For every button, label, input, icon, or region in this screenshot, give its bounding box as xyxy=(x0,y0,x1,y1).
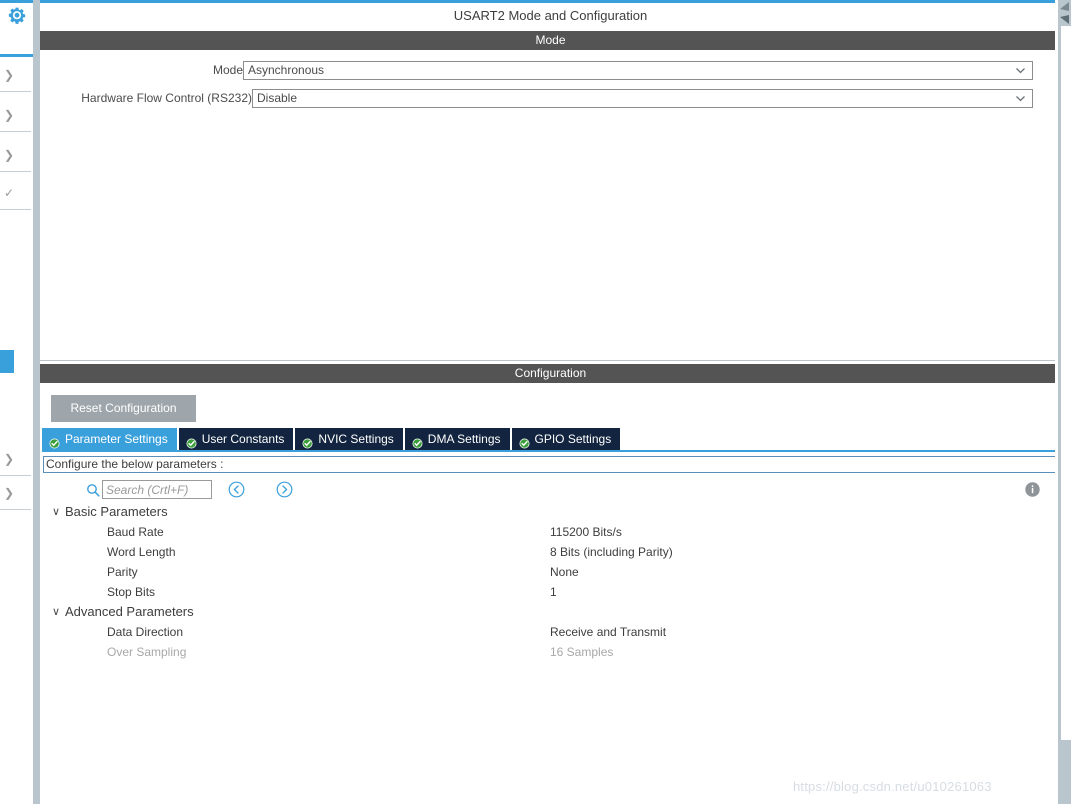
rail-divider xyxy=(0,209,31,210)
watermark: https://blog.csdn.net/u010261063 xyxy=(793,779,992,794)
mode-combobox-value: Asynchronous xyxy=(248,63,325,77)
tab-user-constants[interactable]: User Constants xyxy=(178,428,294,450)
check-circle-icon xyxy=(186,434,197,448)
check-icon[interactable]: ✓ xyxy=(2,186,16,200)
parameter-name: Word Length xyxy=(107,545,176,559)
scroll-up-arrow-icon[interactable] xyxy=(1058,0,1071,13)
rail-top-accent xyxy=(0,0,33,3)
tab-label: User Constants xyxy=(201,432,285,446)
rail-divider xyxy=(0,171,31,172)
tab-gpio-settings[interactable]: GPIO Settings xyxy=(511,428,621,450)
mode-combobox[interactable]: Asynchronous xyxy=(243,61,1033,80)
tabbar-underline xyxy=(42,450,1059,452)
mode-panel: Mode Asynchronous Hardware Flow Control … xyxy=(40,50,1061,360)
check-circle-icon xyxy=(519,434,530,448)
table-row[interactable]: Word Length 8 Bits (including Parity) xyxy=(40,542,1061,562)
configuration-tabbar: Parameter Settings User Constants NVIC S… xyxy=(42,428,622,450)
search-row xyxy=(40,480,1061,502)
tab-label: Parameter Settings xyxy=(65,432,168,446)
rail-divider xyxy=(0,131,31,132)
arrow-left-circle-icon[interactable] xyxy=(228,481,245,498)
tab-dma-settings[interactable]: DMA Settings xyxy=(404,428,510,450)
rail-divider xyxy=(0,475,31,476)
parameter-value: 16 Samples xyxy=(550,645,614,659)
table-row: Over Sampling 16 Samples xyxy=(40,642,1061,662)
gear-icon[interactable] xyxy=(7,7,27,27)
parameter-name: Baud Rate xyxy=(107,525,164,539)
parameter-name: Data Direction xyxy=(107,625,184,639)
tree-group-advanced-parameters[interactable]: ∨ Advanced Parameters xyxy=(40,602,1061,622)
arrow-right-circle-icon[interactable] xyxy=(276,481,293,498)
mode-field-label: Mode xyxy=(212,63,243,77)
parameter-value: None xyxy=(550,565,579,579)
hardware-flow-control-combobox[interactable]: Disable xyxy=(252,89,1033,108)
chevron-right-icon[interactable]: ❯ xyxy=(2,486,16,500)
search-input[interactable] xyxy=(102,480,212,499)
configuration-section-header: Configuration xyxy=(40,364,1061,383)
tab-label: GPIO Settings xyxy=(534,432,612,446)
chevron-down-icon[interactable]: ∨ xyxy=(50,602,62,622)
table-row[interactable]: Parity None xyxy=(40,562,1061,582)
configure-hint-bar: Configure the below parameters : xyxy=(43,456,1058,473)
hardware-flow-control-value: Disable xyxy=(257,91,298,105)
check-circle-icon xyxy=(302,434,313,448)
app-window: ❯ ❯ ❯ ✓ ❯ ❯ USART2 Mode and Configuratio… xyxy=(0,0,1071,804)
rail-divider xyxy=(0,509,31,510)
parameter-name: Stop Bits xyxy=(107,585,156,599)
rail-selected-accent xyxy=(0,54,33,57)
chevron-down-icon xyxy=(1015,93,1026,104)
reset-configuration-button[interactable]: Reset Configuration xyxy=(51,395,196,422)
tab-nvic-settings[interactable]: NVIC Settings xyxy=(295,428,403,450)
chevron-right-icon[interactable]: ❯ xyxy=(2,452,16,466)
check-circle-icon xyxy=(49,434,60,448)
tree-group-label: Advanced Parameters xyxy=(65,604,194,619)
table-row[interactable]: Baud Rate 115200 Bits/s xyxy=(40,522,1061,542)
parameter-value: 1 xyxy=(550,585,557,599)
search-icon xyxy=(86,483,100,497)
parameter-tree: ∨ Basic Parameters Baud Rate 115200 Bits… xyxy=(40,502,1061,662)
chevron-down-icon xyxy=(1015,65,1026,76)
tab-label: DMA Settings xyxy=(427,432,501,446)
tree-group-basic-parameters[interactable]: ∨ Basic Parameters xyxy=(40,502,1061,522)
main-panel: USART2 Mode and Configuration Mode Mode … xyxy=(40,0,1061,804)
mode-panel-bottom-border xyxy=(40,360,1061,361)
chevron-right-icon[interactable]: ❯ xyxy=(2,148,16,162)
parameter-value: Receive and Transmit xyxy=(550,625,667,639)
left-icon-rail: ❯ ❯ ❯ ✓ ❯ ❯ xyxy=(0,0,33,804)
parameter-value: 8 Bits (including Parity) xyxy=(550,545,673,559)
tree-group-label: Basic Parameters xyxy=(65,504,168,519)
check-circle-icon xyxy=(412,434,423,448)
parameter-value: 115200 Bits/s xyxy=(550,525,622,539)
hw-flow-field-row: Hardware Flow Control (RS232) Disable xyxy=(40,89,1033,108)
chevron-right-icon[interactable]: ❯ xyxy=(2,108,16,122)
configuration-panel: Reset Configuration Parameter Settings U… xyxy=(40,383,1061,804)
table-row[interactable]: Data Direction Receive and Transmit xyxy=(40,622,1061,642)
chevron-right-icon[interactable]: ❯ xyxy=(2,68,16,82)
panel-separator xyxy=(33,0,40,804)
rail-divider xyxy=(0,91,31,92)
info-icon[interactable] xyxy=(1024,481,1041,498)
rail-active-block[interactable] xyxy=(0,350,14,373)
parameter-name: Over Sampling xyxy=(107,645,187,659)
mode-section-header: Mode xyxy=(40,31,1061,50)
scroll-down-arrow-icon[interactable] xyxy=(1058,13,1071,26)
table-row[interactable]: Stop Bits 1 xyxy=(40,582,1061,602)
tab-label: NVIC Settings xyxy=(318,432,394,446)
mode-field-row: Mode Asynchronous xyxy=(40,61,1033,80)
hw-flow-field-label: Hardware Flow Control (RS232) xyxy=(81,91,252,105)
configure-hint-text: Configure the below parameters : xyxy=(46,457,224,471)
tab-parameter-settings[interactable]: Parameter Settings xyxy=(42,428,177,450)
parameter-name: Parity xyxy=(107,565,138,579)
chevron-down-icon[interactable]: ∨ xyxy=(50,502,62,522)
page-title: USART2 Mode and Configuration xyxy=(453,8,648,23)
scrollbar-track-light[interactable] xyxy=(1061,26,1071,740)
